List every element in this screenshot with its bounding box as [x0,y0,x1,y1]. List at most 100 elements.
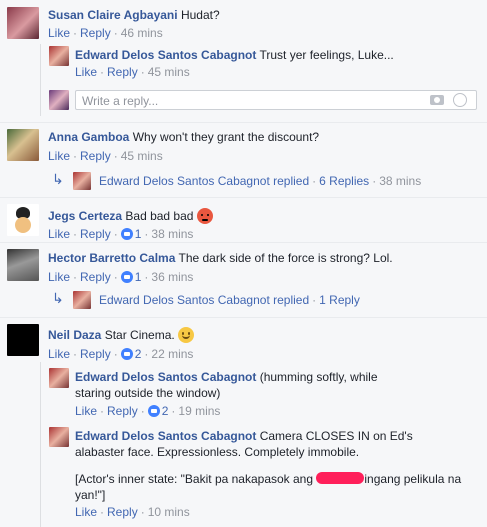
comment-text: Hudat? [180,8,220,22]
camera-icon[interactable] [430,95,444,105]
like-link[interactable]: Like [75,65,97,79]
thread-author[interactable]: Edward Delos Santos Cabagnot [99,174,270,188]
separator: · [144,227,149,241]
comment-author[interactable]: Jegs Certeza [48,209,122,223]
divider [0,242,487,243]
avatar[interactable] [49,368,69,388]
comment-actions: Like · Reply · 10 mins [75,505,190,519]
reply-link[interactable]: Reply [107,505,138,519]
reply-link[interactable]: Reply [80,270,111,284]
timestamp[interactable]: 10 mins [148,505,190,519]
comment-actions: Like · Reply · 2 · 19 mins [75,404,220,418]
separator: · [100,404,105,418]
comment: Susan Claire Agbayani Hudat? [48,8,220,23]
thread-line [40,362,41,527]
comment-author[interactable]: Edward Delos Santos Cabagnot [75,370,256,384]
avatar[interactable] [7,324,39,356]
timestamp[interactable]: 38 mins [379,174,421,188]
view-replies-link[interactable]: Edward Delos Santos Cabagnot replied · 6 R… [99,174,421,189]
reply-arrow-icon: ↳ [52,290,64,306]
comment-text: Why won't they grant the discount? [132,130,320,144]
avatar[interactable] [7,249,39,281]
comment-author[interactable]: Anna Gamboa [48,130,129,144]
reply-placeholder: Write a reply... [82,94,159,108]
divider [0,122,487,123]
comment: Hector Barretto Calma The dark side of t… [48,251,393,266]
avatar[interactable] [49,427,69,447]
timestamp[interactable]: 19 mins [178,404,220,418]
like-link[interactable]: Like [48,227,70,241]
like-link[interactable]: Like [48,149,70,163]
timestamp[interactable]: 22 mins [151,347,193,361]
emoji-icon[interactable] [453,93,467,107]
like-link[interactable]: Like [48,347,70,361]
thread-line [40,44,41,116]
separator: · [144,347,149,361]
redaction-mark [316,472,365,484]
reply-comment: Edward Delos Santos Cabagnot Trust yer f… [75,48,394,63]
reply-count[interactable]: 6 Replies [319,174,369,188]
comment-actions: Like · Reply · 1 · 38 mins [48,227,193,241]
comment: Anna Gamboa Why won't they grant the dis… [48,130,319,145]
reply-link[interactable]: Reply [107,404,138,418]
avatar [73,291,91,309]
separator: · [113,270,118,284]
separator: · [100,505,105,519]
reply-link[interactable]: Reply [107,65,138,79]
comment: Jegs Certeza Bad bad bad [48,208,213,224]
like-link[interactable]: Like [75,505,97,519]
reply-link[interactable]: Reply [80,347,111,361]
separator: · [113,227,118,241]
reply-input[interactable]: Write a reply... [75,90,477,110]
view-replies-link[interactable]: Edward Delos Santos Cabagnot replied · 1 R… [99,293,360,308]
smile-emoji-icon [178,327,195,343]
thread-action[interactable]: replied [273,174,309,188]
separator: · [312,293,317,307]
comment-author[interactable]: Edward Delos Santos Cabagnot [75,48,256,62]
like-link[interactable]: Like [48,270,70,284]
reply-comment: Edward Delos Santos Cabagnot Camera CLOS… [75,428,420,460]
like-count-icon [147,405,160,417]
reply-count[interactable]: 1 Reply [319,293,360,307]
timestamp[interactable]: 46 mins [121,26,163,40]
reply-arrow-icon: ↳ [52,171,64,187]
reply-link[interactable]: Reply [80,227,111,241]
comment-author[interactable]: Susan Claire Agbayani [48,8,178,22]
comment-author[interactable]: Neil Daza [48,328,101,342]
like-count-icon [120,271,133,283]
thread-action[interactable]: replied [273,293,309,307]
comment-author[interactable]: Hector Barretto Calma [48,251,175,265]
timestamp[interactable]: 36 mins [151,270,193,284]
like-link[interactable]: Like [75,404,97,418]
like-count-icon [120,348,133,360]
avatar [49,90,69,110]
divider [0,317,487,318]
separator: · [140,505,145,519]
timestamp[interactable]: 38 mins [151,227,193,241]
avatar[interactable] [7,129,39,161]
reply-comment: Edward Delos Santos Cabagnot (humming so… [75,369,415,401]
separator: · [312,174,317,188]
avatar[interactable] [7,7,39,39]
thread-author[interactable]: Edward Delos Santos Cabagnot [99,293,270,307]
comment-text: The dark side of the force is strong? Lo… [178,251,393,265]
separator: · [73,270,78,284]
like-link[interactable]: Like [48,26,70,40]
avatar[interactable] [7,204,39,236]
inner-state-text: [Actor's inner state: "Bakit pa nakapaso… [75,472,314,486]
reply-extra-text: [Actor's inner state: "Bakit pa nakapaso… [75,471,475,503]
avatar[interactable] [49,46,69,66]
separator: · [144,270,149,284]
timestamp[interactable]: 45 mins [121,149,163,163]
comment-author[interactable]: Edward Delos Santos Cabagnot [75,429,256,443]
reply-link[interactable]: Reply [80,149,111,163]
comment-actions: Like · Reply · 1 · 36 mins [48,270,193,284]
timestamp[interactable]: 45 mins [148,65,190,79]
separator: · [113,347,118,361]
separator: · [171,404,176,418]
separator: · [73,227,78,241]
separator: · [73,26,78,40]
separator: · [73,149,78,163]
separator: · [140,65,145,79]
reply-link[interactable]: Reply [80,26,111,40]
